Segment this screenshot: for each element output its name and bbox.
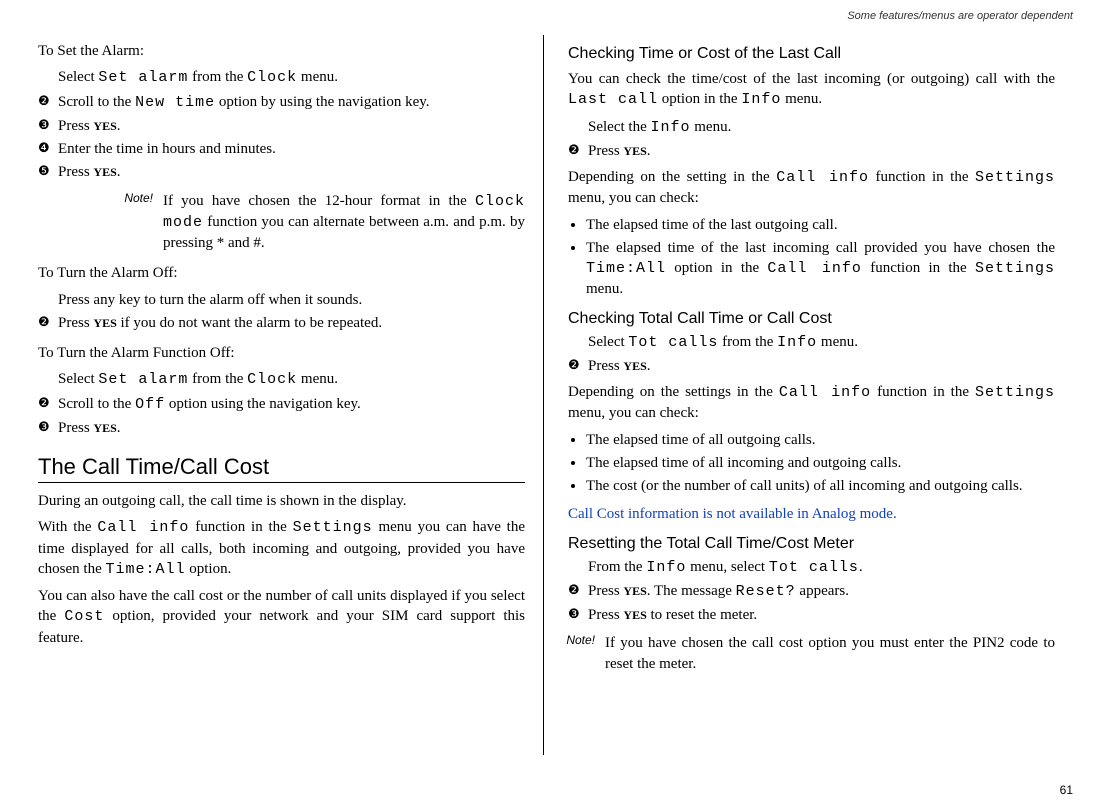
step-text: Select Set alarm from the Clock menu. bbox=[58, 67, 525, 88]
step-text: Select Set alarm from the Clock menu. bbox=[58, 369, 525, 390]
note-body: If you have chosen the call cost option … bbox=[605, 633, 1055, 674]
step-text: Press YES to reset the meter. bbox=[588, 605, 1055, 625]
step-text: Scroll to the Off option using the navig… bbox=[58, 394, 525, 415]
func-off-step-2: ❷ Scroll to the Off option using the nav… bbox=[38, 394, 525, 415]
note-body: If you have chosen the 12-hour format in… bbox=[163, 191, 525, 254]
step-number: ❷ bbox=[568, 141, 588, 159]
step-text: Press YES. bbox=[588, 141, 1055, 161]
step-text: Press YES. bbox=[588, 356, 1055, 376]
step-text: Press any key to turn the alarm off when… bbox=[58, 290, 525, 310]
step-text: Select Tot calls from the Info menu. bbox=[588, 332, 1055, 353]
note-label: Note! bbox=[552, 633, 605, 647]
reset-step-3: ❸ Press YES to reset the meter. bbox=[568, 605, 1055, 625]
step-text: Enter the time in hours and minutes. bbox=[58, 139, 525, 159]
check-total-step-1: Select Tot calls from the Info menu. bbox=[568, 332, 1055, 353]
reset-step-2: ❷ Press YES. The message Reset? appears. bbox=[568, 581, 1055, 602]
set-alarm-step-3: ❸ Press YES. bbox=[38, 116, 525, 136]
analog-mode-note: Call Cost information is not available i… bbox=[568, 504, 1055, 524]
check-last-para: You can check the time/cost of the last … bbox=[568, 69, 1055, 111]
func-off-step-3: ❸ Press YES. bbox=[38, 418, 525, 438]
check-total-heading: Checking Total Call Time or Call Cost bbox=[568, 310, 1055, 328]
reset-meter-heading: Resetting the Total Call Time/Cost Meter bbox=[568, 535, 1055, 553]
step-text: Press YES. The message Reset? appears. bbox=[588, 581, 1055, 602]
step-number: ❺ bbox=[38, 162, 58, 180]
step-number: ❸ bbox=[568, 605, 588, 623]
step-text: Press YES if you do not want the alarm t… bbox=[58, 313, 525, 333]
bullet-item: The cost (or the number of call units) o… bbox=[586, 476, 1055, 496]
step-text: Press YES. bbox=[58, 162, 525, 182]
set-alarm-step-2: ❷ Scroll to the New time option by using… bbox=[38, 92, 525, 113]
turn-alarm-off-heading: To Turn the Alarm Off: bbox=[38, 263, 525, 283]
right-column: Checking Time or Cost of the Last Call Y… bbox=[544, 35, 1073, 755]
step-text: Press YES. bbox=[58, 418, 525, 438]
step-text: Press YES. bbox=[58, 116, 525, 136]
step-number: ❷ bbox=[568, 356, 588, 374]
turn-off-step-1: Press any key to turn the alarm off when… bbox=[38, 290, 525, 310]
bullet-item: The elapsed time of all outgoing calls. bbox=[586, 430, 1055, 450]
step-number: ❷ bbox=[38, 313, 58, 331]
bullet-item: The elapsed time of the last incoming ca… bbox=[586, 238, 1055, 300]
call-cost-para-2: With the Call info function in the Setti… bbox=[38, 517, 525, 580]
page-header: Some features/menus are operator depende… bbox=[847, 10, 1073, 22]
step-number: ❸ bbox=[38, 418, 58, 436]
reset-step-1: From the Info menu, select Tot calls. bbox=[568, 557, 1055, 578]
check-last-step-1: Select the Info menu. bbox=[568, 117, 1055, 138]
step-number: ❷ bbox=[38, 394, 58, 412]
step-number: ❹ bbox=[38, 139, 58, 157]
check-last-step-2: ❷ Press YES. bbox=[568, 141, 1055, 161]
step-number: ❷ bbox=[38, 92, 58, 110]
step-text: Scroll to the New time option by using t… bbox=[58, 92, 525, 113]
page-number: 61 bbox=[1060, 783, 1073, 797]
left-column: To Set the Alarm: Select Set alarm from … bbox=[20, 35, 544, 755]
set-alarm-step-4: ❹ Enter the time in hours and minutes. bbox=[38, 139, 525, 159]
note-12hour: Note! If you have chosen the 12-hour for… bbox=[110, 191, 525, 254]
check-total-bullets: The elapsed time of all outgoing calls. … bbox=[568, 430, 1055, 497]
step-text: From the Info menu, select Tot calls. bbox=[588, 557, 1055, 578]
alarm-function-off-heading: To Turn the Alarm Function Off: bbox=[38, 343, 525, 363]
func-off-step-1: Select Set alarm from the Clock menu. bbox=[38, 369, 525, 390]
call-cost-para-1: During an outgoing call, the call time i… bbox=[38, 491, 525, 511]
call-cost-para-3: You can also have the call cost or the n… bbox=[38, 586, 525, 648]
note-pin2: Note! If you have chosen the call cost o… bbox=[552, 633, 1055, 674]
check-last-bullets: The elapsed time of the last outgoing ca… bbox=[568, 215, 1055, 300]
step-number: ❸ bbox=[38, 116, 58, 134]
bullet-item: The elapsed time of the last outgoing ca… bbox=[586, 215, 1055, 235]
set-alarm-step-5: ❺ Press YES. bbox=[38, 162, 525, 182]
content-columns: To Set the Alarm: Select Set alarm from … bbox=[0, 0, 1103, 795]
turn-off-step-2: ❷ Press YES if you do not want the alarm… bbox=[38, 313, 525, 333]
to-set-alarm-heading: To Set the Alarm: bbox=[38, 41, 525, 61]
call-time-cost-heading: The Call Time/Call Cost bbox=[38, 454, 525, 483]
step-number: ❷ bbox=[568, 581, 588, 599]
total-depending-para: Depending on the settings in the Call in… bbox=[568, 382, 1055, 424]
check-last-call-heading: Checking Time or Cost of the Last Call bbox=[568, 45, 1055, 63]
note-label: Note! bbox=[110, 191, 163, 205]
check-total-step-2: ❷ Press YES. bbox=[568, 356, 1055, 376]
step-text: Select the Info menu. bbox=[588, 117, 1055, 138]
set-alarm-step-1: Select Set alarm from the Clock menu. bbox=[38, 67, 525, 88]
check-depending-para: Depending on the setting in the Call inf… bbox=[568, 167, 1055, 209]
bullet-item: The elapsed time of all incoming and out… bbox=[586, 453, 1055, 473]
